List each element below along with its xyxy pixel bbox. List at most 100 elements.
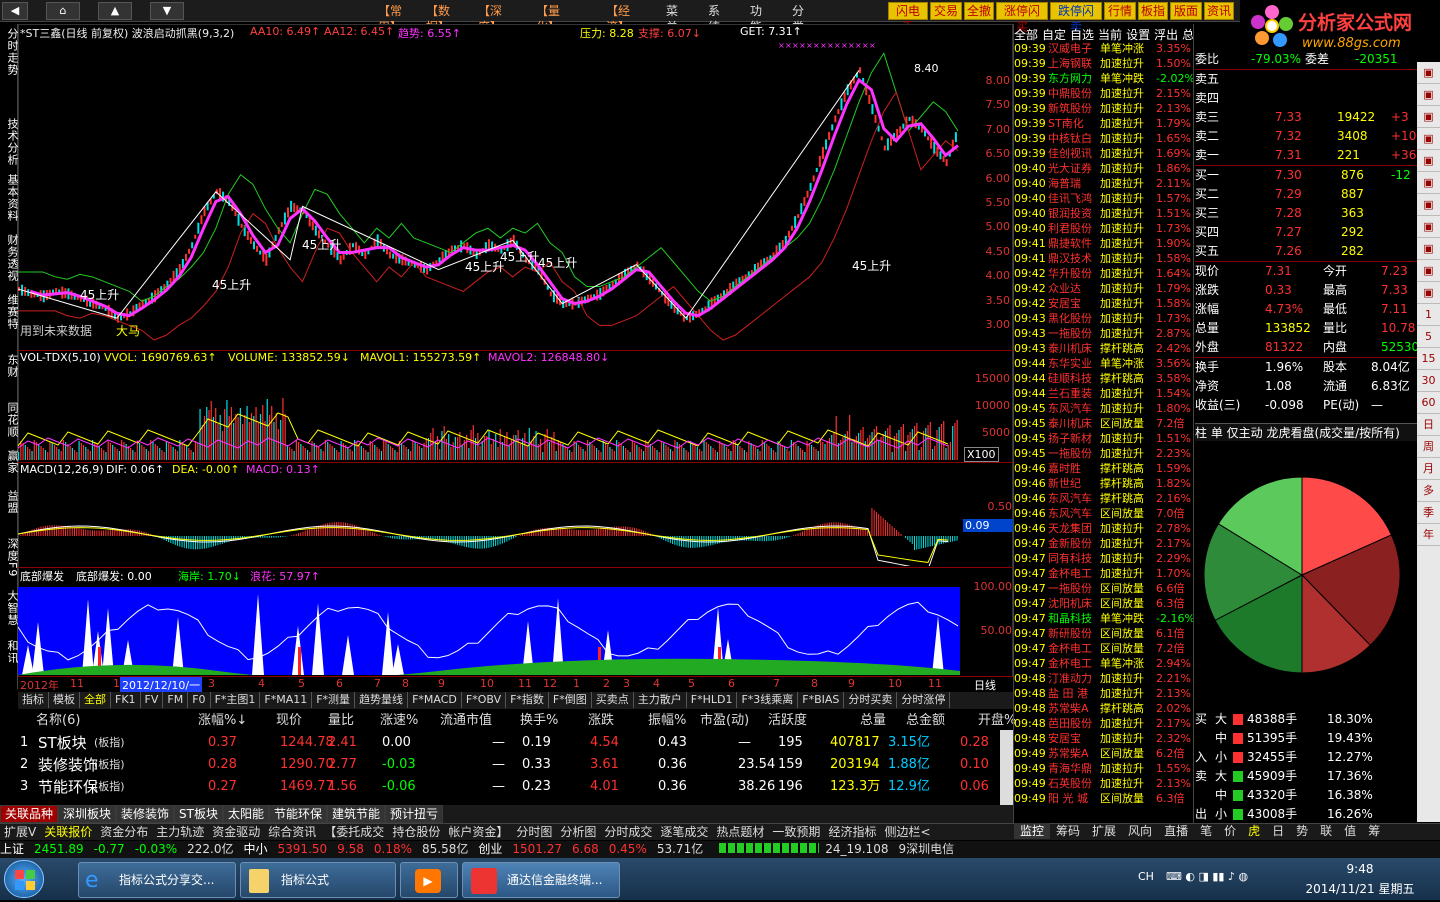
right-tab-3[interactable]: 风向 — [1122, 823, 1158, 839]
quotes-tab-3[interactable]: 当前 — [1098, 28, 1122, 42]
sidebar-tab-3[interactable]: 财务透视 — [1, 234, 18, 282]
indicator-tab-7[interactable]: F*主图1 — [211, 692, 261, 708]
sidebar-tab-1[interactable]: 技术分析 — [1, 118, 18, 166]
alert-row[interactable]: 09:47同有科技加速拉升2.29% — [1014, 551, 1194, 566]
home-button[interactable]: ⌂ — [46, 2, 80, 20]
alert-row[interactable]: 09:39汉威电子单笔冲涨3.35% — [1014, 41, 1194, 56]
indicator-tab-10[interactable]: 趋势量线 — [355, 692, 408, 708]
alert-row[interactable]: 09:42众业达加速拉升1.79% — [1014, 281, 1194, 296]
table-row[interactable]: 1ST板块(板指)0.371244.782.410.00—0.194.540.4… — [18, 732, 1000, 754]
function-tab-1[interactable]: 关联报价 — [40, 824, 96, 840]
menu-7[interactable]: 功能 — [750, 3, 762, 19]
alert-row[interactable]: 09:46东风汽车区间放量7.0倍 — [1014, 506, 1194, 521]
right-tab-8[interactable]: 日 — [1266, 823, 1290, 839]
sidebar-tab-4[interactable]: 维赛特 — [1, 294, 18, 330]
menu-1[interactable]: 【数据】 — [426, 3, 450, 19]
volume-chart[interactable] — [18, 364, 963, 462]
alert-row[interactable]: 09:45泰川机床区间放量7.2倍 — [1014, 416, 1194, 431]
sidebar-tab-8[interactable]: 益盟 — [1, 490, 18, 514]
indicator-tab-13[interactable]: F*指数 — [506, 692, 549, 708]
right-tab-6[interactable]: 价 — [1218, 823, 1242, 839]
function-tab-15[interactable]: 经济指标 — [824, 824, 880, 840]
alert-row[interactable]: 09:39中核钛白加速拉升1.65% — [1014, 131, 1194, 146]
sidebar-tab-0[interactable]: 分时走势 — [1, 28, 18, 76]
tool-icon[interactable]: 1 — [1417, 304, 1440, 326]
alert-row[interactable]: 09:44硅顺科技撑杆跳高3.58% — [1014, 371, 1194, 386]
start-button[interactable] — [4, 860, 44, 898]
alert-row[interactable]: 09:40利君股份加速拉升1.73% — [1014, 221, 1194, 236]
tool-icon[interactable]: 多 — [1417, 480, 1440, 502]
related-tab-0[interactable]: 关联品种 — [0, 805, 58, 823]
alert-row[interactable]: 09:43黑化股份加速拉升1.73% — [1014, 311, 1194, 326]
related-tab-2[interactable]: 装修装饰 — [116, 805, 174, 823]
indicator-tab-3[interactable]: FK1 — [111, 692, 141, 708]
right-tab-5[interactable]: 笔 — [1194, 823, 1218, 839]
quotes-tab-0[interactable]: 全部 — [1014, 28, 1038, 42]
tool-icon[interactable]: 年 — [1417, 524, 1440, 546]
alert-row[interactable]: 09:41鼎汉技术加速拉升1.58% — [1014, 251, 1194, 266]
task-tdx[interactable]: 通达信金融终端... — [462, 862, 620, 898]
table-row[interactable]: 2装修装饰(板指)0.281290.702.77-0.03—0.333.610.… — [18, 754, 1000, 776]
quick-btn-4[interactable]: 跌停闪卖 — [1050, 2, 1102, 20]
quotes-tab-4[interactable]: 设置 — [1126, 28, 1150, 42]
quick-btn-5[interactable]: 行情 — [1104, 2, 1136, 20]
alert-row[interactable]: 09:42安居宝加速拉升1.58% — [1014, 296, 1194, 311]
indicator-tab-15[interactable]: 买卖点 — [592, 692, 634, 708]
selected-date[interactable]: 2012/12/10/一 — [120, 677, 202, 693]
up-button[interactable]: ▲ — [98, 2, 132, 20]
right-tab-11[interactable]: 值 — [1338, 823, 1362, 839]
clock-date[interactable]: 2014/11/21 星期五 — [1290, 880, 1430, 897]
right-tab-4[interactable]: 直播 — [1158, 823, 1194, 839]
column-header[interactable]: 活跃度 — [768, 710, 807, 732]
tool-icon[interactable]: 5 — [1417, 326, 1440, 348]
back-button[interactable]: ◀ — [2, 2, 28, 20]
alert-row[interactable]: 09:39中鼎股份加速拉升2.15% — [1014, 86, 1194, 101]
alert-row[interactable]: 09:39上海钢联加速拉升1.50% — [1014, 56, 1194, 71]
function-tab-11[interactable]: 分时成交 — [600, 824, 656, 840]
alert-row[interactable]: 09:47和晶科技单笔冲跌-2.16% — [1014, 611, 1194, 626]
menu-2[interactable]: 【深度】 — [478, 3, 502, 19]
menu-8[interactable]: 分类 — [792, 3, 804, 19]
quick-btn-0[interactable]: 闪电手 — [888, 2, 928, 20]
tool-icon[interactable]: 日 — [1417, 414, 1440, 436]
table-scrollbar[interactable] — [1000, 730, 1013, 805]
right-tab-1[interactable]: 筹码 — [1050, 823, 1086, 839]
alert-row[interactable]: 09:45一拖股份加速拉升2.23% — [1014, 446, 1194, 461]
column-header[interactable]: 现价 — [276, 710, 302, 732]
right-tab-9[interactable]: 势 — [1290, 823, 1314, 839]
quick-btn-7[interactable]: 版面 — [1170, 2, 1202, 20]
input-language[interactable]: CH — [1138, 870, 1154, 883]
column-header[interactable]: 总金额 — [906, 710, 945, 732]
right-tab-7[interactable]: 虎 — [1242, 823, 1266, 839]
sidebar-tab-5[interactable]: 东财 — [1, 354, 18, 378]
quick-btn-3[interactable]: 涨停闪买 — [996, 2, 1048, 20]
function-tab-16[interactable]: 侧边栏< — [880, 824, 934, 840]
tool-icon[interactable]: ▣ — [1417, 238, 1440, 260]
column-header[interactable]: 流通市值 — [440, 710, 492, 732]
alert-row[interactable]: 09:47金杯电工区间放量7.2倍 — [1014, 641, 1194, 656]
alert-row[interactable]: 09:48汀准动力加速拉升2.21% — [1014, 671, 1194, 686]
period-mode[interactable]: 日线 — [974, 677, 996, 693]
function-tab-4[interactable]: 资金驱动 — [208, 824, 264, 840]
flow-tabs[interactable]: 柱 单 仅主动 龙虎看盘(成交量/按所有) — [1195, 423, 1417, 441]
alert-row[interactable]: 09:46天龙集团加速拉升2.78% — [1014, 521, 1194, 536]
indicator-tab-1[interactable]: 模板 — [49, 692, 80, 708]
tool-icon[interactable]: 30 — [1417, 370, 1440, 392]
column-header[interactable]: 量比 — [328, 710, 354, 732]
alert-row[interactable]: 09:44兰石重装加速拉升1.54% — [1014, 386, 1194, 401]
tool-icon[interactable]: ▣ — [1417, 216, 1440, 238]
alert-row[interactable]: 09:45扬子新材加速拉升1.51% — [1014, 431, 1194, 446]
alert-row[interactable]: 09:43一拖股份加速拉升2.87% — [1014, 326, 1194, 341]
column-header[interactable]: 名称(6) — [36, 710, 80, 732]
alert-row[interactable]: 09:48安居宝加速拉升2.32% — [1014, 731, 1194, 746]
function-tab-5[interactable]: 综合资讯 — [264, 824, 320, 840]
task-ie[interactable]: e 指标公式分享交... — [78, 862, 236, 898]
task-folder[interactable]: 指标公式 — [240, 862, 396, 898]
function-tab-8[interactable]: 帐户资金】 — [444, 824, 512, 840]
alert-row[interactable]: 09:40银润投资加速拉升1.51% — [1014, 206, 1194, 221]
alert-row[interactable]: 09:47沈阳机床区间放量6.3倍 — [1014, 596, 1194, 611]
tool-icon[interactable]: ▣ — [1417, 282, 1440, 304]
alert-row[interactable]: 09:43泰川机床撑杆跳高2.42% — [1014, 341, 1194, 356]
alert-row[interactable]: 09:42华升股份加速拉升1.64% — [1014, 266, 1194, 281]
tool-icon[interactable]: 季 — [1417, 502, 1440, 524]
